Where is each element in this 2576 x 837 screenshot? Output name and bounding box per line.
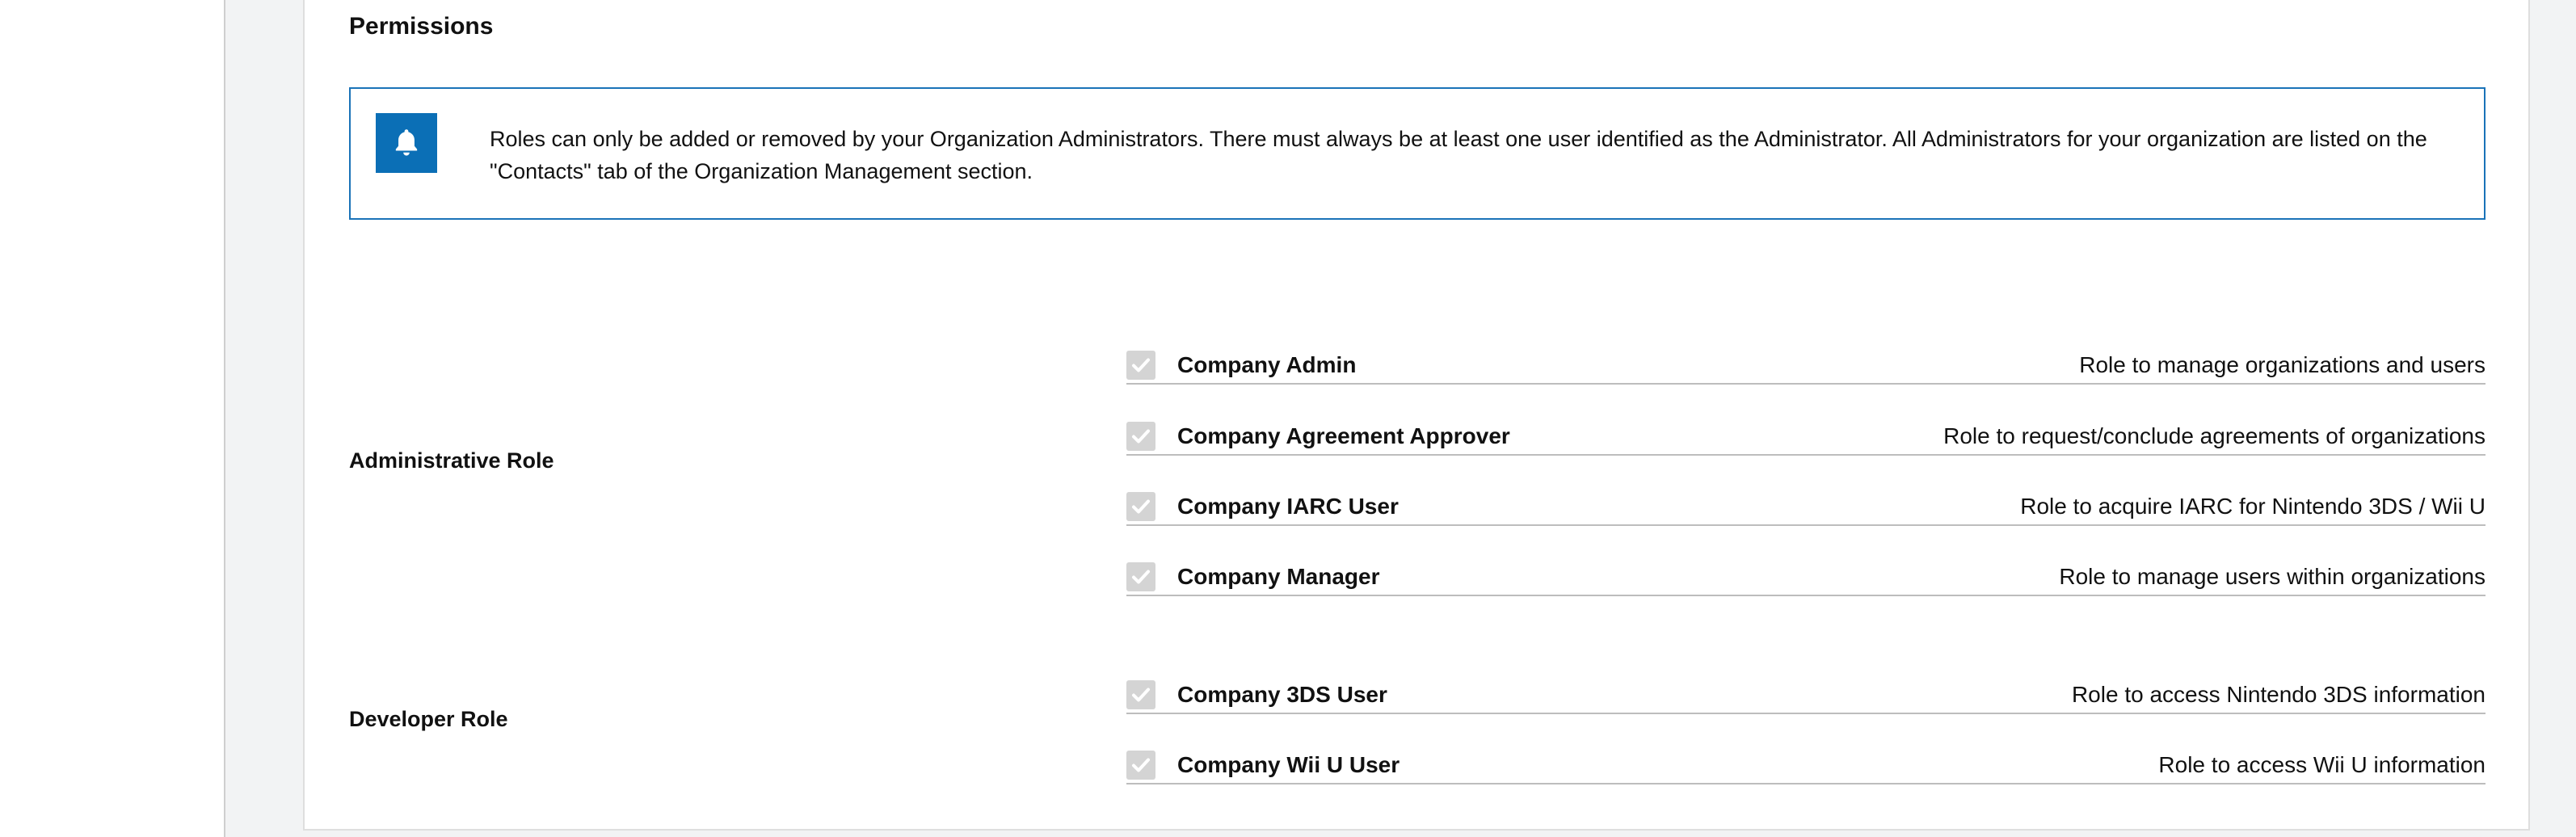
role-row-company-3ds-user: Company 3DS User Role to access Nintendo…	[1126, 677, 2486, 714]
role-description: Role to manage users within organization…	[2059, 564, 2486, 589]
administrative-role-label: Administrative Role	[349, 448, 554, 473]
role-row-company-agreement-approver: Company Agreement Approver Role to reque…	[1126, 418, 2486, 456]
role-name: Company IARC User	[1177, 494, 1399, 519]
role-row-company-wii-u-user: Company Wii U User Role to access Wii U …	[1126, 747, 2486, 784]
section-title: Permissions	[349, 13, 494, 40]
role-row-company-iarc-user: Company IARC User Role to acquire IARC f…	[1126, 489, 2486, 526]
company-wii-u-user-checkbox[interactable]	[1126, 751, 1155, 780]
role-description: Role to manage organizations and users	[2079, 352, 2486, 377]
role-description: Role to access Nintendo 3DS information	[2071, 682, 2486, 707]
company-manager-checkbox[interactable]	[1126, 562, 1155, 591]
info-notice: Roles can only be added or removed by yo…	[349, 87, 2486, 220]
role-row-company-manager: Company Manager Role to manage users wit…	[1126, 559, 2486, 596]
role-description: Role to acquire IARC for Nintendo 3DS / …	[2020, 494, 2486, 519]
role-name: Company 3DS User	[1177, 682, 1387, 707]
role-description: Role to access Wii U information	[2158, 752, 2486, 777]
bell-icon	[376, 113, 437, 173]
left-navigation-pane	[0, 0, 225, 837]
developer-role-label: Developer Role	[349, 707, 508, 731]
role-description: Role to request/conclude agreements of o…	[1943, 423, 2486, 448]
role-name: Company Wii U User	[1177, 752, 1400, 777]
company-3ds-user-checkbox[interactable]	[1126, 680, 1155, 709]
role-name: Company Admin	[1177, 352, 1357, 377]
role-name: Company Agreement Approver	[1177, 423, 1510, 448]
company-admin-checkbox[interactable]	[1126, 351, 1155, 380]
notice-text: Roles can only be added or removed by yo…	[490, 127, 2427, 183]
role-name: Company Manager	[1177, 564, 1380, 589]
company-iarc-user-checkbox[interactable]	[1126, 492, 1155, 521]
company-agreement-approver-checkbox[interactable]	[1126, 422, 1155, 451]
role-row-company-admin: Company Admin Role to manage organizatio…	[1126, 347, 2486, 385]
